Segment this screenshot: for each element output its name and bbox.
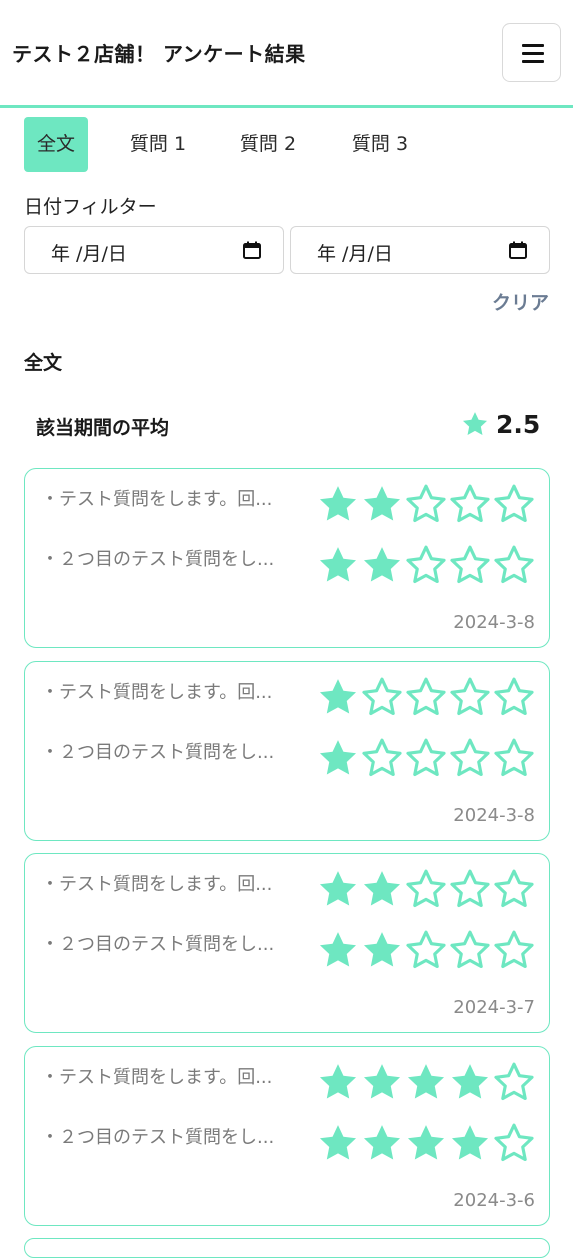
question-1-text: ・テスト質問をします。回... (41, 682, 273, 703)
question-1-text: ・テスト質問をします。回... (41, 1067, 273, 1088)
star-filled-icon (363, 932, 401, 967)
star-outline-icon (450, 738, 490, 777)
star-filled-icon (319, 932, 357, 967)
average-label: 該当期間の平均 (36, 417, 170, 439)
question-2-text: ・２つ目のテスト質問をし... (41, 934, 275, 955)
star-outline-icon (494, 1123, 534, 1162)
end-date-input[interactable]: 年 /月/日 (290, 226, 550, 274)
star-outline-icon (406, 545, 446, 584)
question-2-text: ・２つ目のテスト質問をし... (41, 742, 275, 763)
section-title: 全文 (24, 352, 63, 374)
calendar-icon[interactable] (243, 241, 261, 259)
star-outline-icon (494, 484, 534, 523)
question-1-text: ・テスト質問をします。回... (41, 874, 273, 895)
star-filled-icon (363, 1064, 401, 1099)
star-outline-icon (494, 738, 534, 777)
star-outline-icon (362, 738, 402, 777)
end-date-placeholder: 年 /月/日 (317, 243, 393, 265)
page-title: テスト２店舗！ アンケート結果 (12, 42, 306, 66)
response-card[interactable]: ・テスト質問をします。回... ・２つ目のテスト質問をし... 2024-3-7 (24, 853, 550, 1033)
clear-filter-button[interactable]: クリア (492, 288, 549, 315)
star-outline-icon (450, 545, 490, 584)
star-outline-icon (494, 869, 534, 908)
tab-question-3[interactable]: 質問 3 (342, 117, 418, 172)
star-icon (462, 412, 488, 435)
star-outline-icon (494, 545, 534, 584)
response-card[interactable]: ・テスト質問をします。回... ・２つ目のテスト質問をし... 2024-3-8 (24, 661, 550, 841)
tab-all[interactable]: 全文 (24, 117, 88, 172)
date-filter-label: 日付フィルター (24, 196, 157, 218)
star-outline-icon (406, 930, 446, 969)
start-date-placeholder: 年 /月/日 (51, 243, 127, 265)
star-filled-icon (363, 486, 401, 521)
response-card[interactable] (24, 1238, 550, 1258)
response-date: 2024-3-7 (453, 997, 535, 1018)
app-header: テスト２店舗！ アンケート結果 (0, 0, 573, 108)
response-card[interactable]: ・テスト質問をします。回... ・２つ目のテスト質問をし... 2024-3-8 (24, 468, 550, 648)
star-filled-icon (451, 1125, 489, 1160)
response-date: 2024-3-6 (453, 1190, 535, 1211)
response-date: 2024-3-8 (453, 805, 535, 826)
average-value: 2.5 (496, 410, 541, 439)
star-outline-icon (450, 869, 490, 908)
star-filled-icon (319, 1125, 357, 1160)
star-outline-icon (494, 677, 534, 716)
tab-question-2[interactable]: 質問 2 (230, 117, 306, 172)
menu-button[interactable] (502, 23, 561, 82)
star-outline-icon (450, 484, 490, 523)
star-outline-icon (406, 484, 446, 523)
star-outline-icon (362, 677, 402, 716)
star-outline-icon (450, 677, 490, 716)
star-outline-icon (494, 930, 534, 969)
star-filled-icon (451, 1064, 489, 1099)
star-filled-icon (319, 871, 357, 906)
star-filled-icon (319, 547, 357, 582)
response-card[interactable]: ・テスト質問をします。回... ・２つ目のテスト質問をし... 2024-3-6 (24, 1046, 550, 1226)
star-filled-icon (407, 1064, 445, 1099)
star-filled-icon (319, 1064, 357, 1099)
star-filled-icon (407, 1125, 445, 1160)
question-2-text: ・２つ目のテスト質問をし... (41, 549, 275, 570)
question-1-text: ・テスト質問をします。回... (41, 489, 273, 510)
star-outline-icon (406, 869, 446, 908)
star-filled-icon (319, 740, 357, 775)
question-2-text: ・２つ目のテスト質問をし... (41, 1127, 275, 1148)
tab-question-1[interactable]: 質問 1 (120, 117, 196, 172)
star-filled-icon (363, 547, 401, 582)
calendar-icon[interactable] (509, 241, 527, 259)
star-outline-icon (494, 1062, 534, 1101)
star-filled-icon (363, 1125, 401, 1160)
star-filled-icon (363, 871, 401, 906)
star-filled-icon (319, 486, 357, 521)
star-outline-icon (406, 677, 446, 716)
star-outline-icon (450, 930, 490, 969)
star-outline-icon (406, 738, 446, 777)
response-date: 2024-3-8 (453, 612, 535, 633)
star-filled-icon (319, 679, 357, 714)
start-date-input[interactable]: 年 /月/日 (24, 226, 284, 274)
